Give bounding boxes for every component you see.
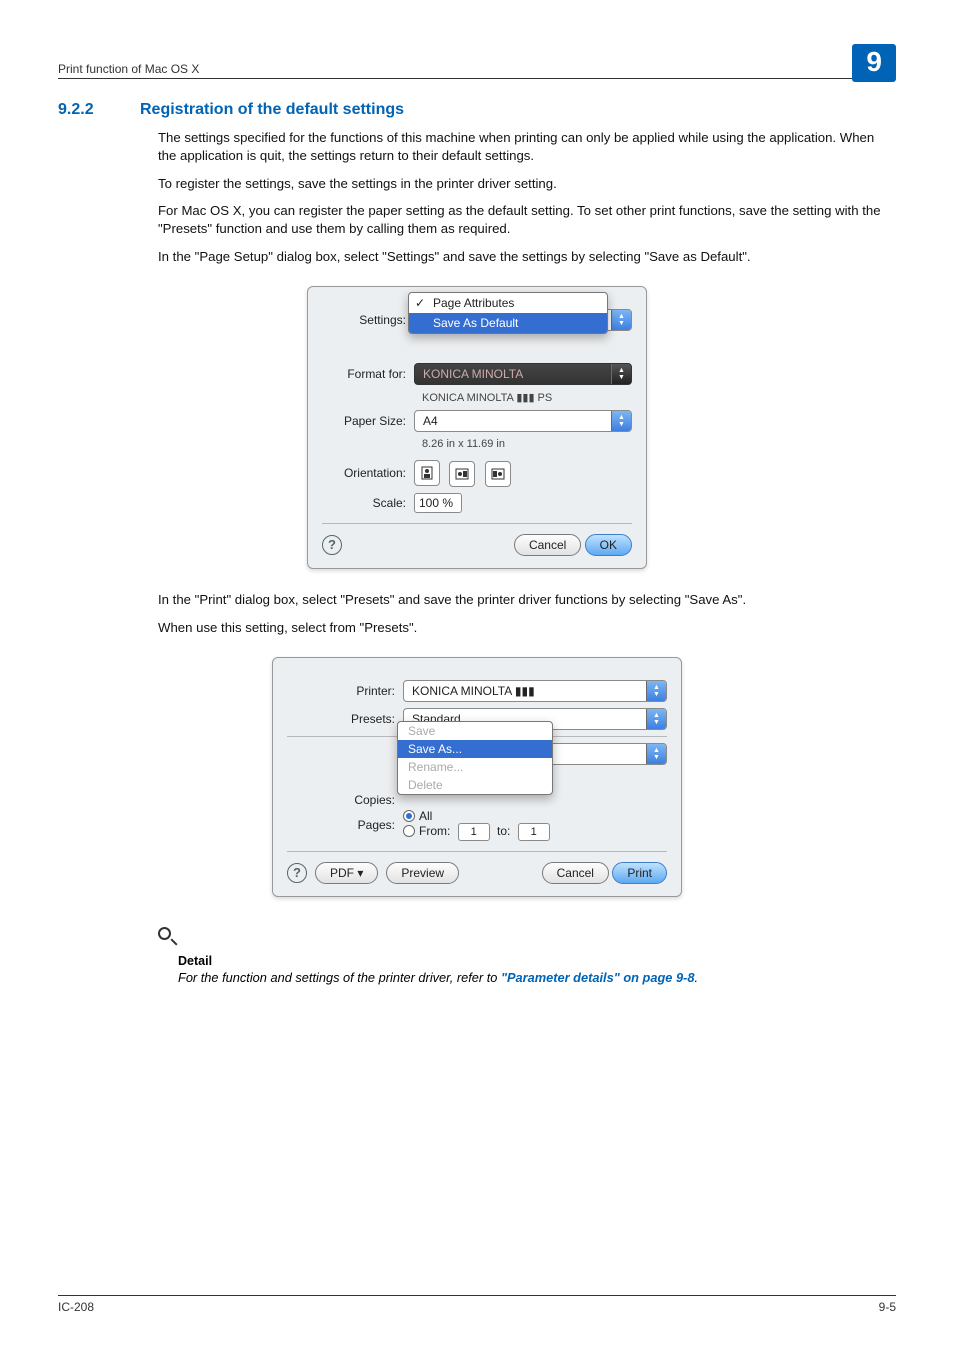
scale-label: Scale: [322, 496, 414, 510]
printer-select[interactable]: KONICA MINOLTA ▮▮▮ [403, 680, 667, 702]
chevron-updown-icon [611, 310, 631, 330]
chevron-updown-icon [646, 709, 666, 729]
running-head-text: Print function of Mac OS X [58, 62, 199, 76]
from-input[interactable]: 1 [458, 823, 490, 841]
to-label: to: [497, 824, 510, 838]
paragraph: In the "Page Setup" dialog box, select "… [158, 248, 892, 266]
footer-right: 9-5 [879, 1300, 896, 1314]
pages-all-label: All [419, 809, 432, 823]
to-input[interactable]: 1 [518, 823, 550, 841]
paragraph: When use this setting, select from "Pres… [158, 619, 892, 637]
chevron-updown-icon [611, 411, 631, 431]
paragraph: To register the settings, save the setti… [158, 175, 892, 193]
preview-button[interactable]: Preview [386, 862, 459, 884]
pages-label: Pages: [287, 818, 403, 832]
section-number: 9.2.2 [58, 101, 114, 119]
format-for-label: Format for: [322, 367, 414, 381]
magnifier-icon [158, 927, 178, 947]
chevron-updown-icon [646, 744, 666, 764]
paper-size-label: Paper Size: [322, 414, 414, 428]
chapter-number-badge: 9 [852, 44, 896, 82]
chevron-updown-icon [646, 681, 666, 701]
pages-range-radio[interactable] [403, 825, 415, 837]
cancel-button[interactable]: Cancel [542, 862, 609, 884]
paragraph: In the "Print" dialog box, select "Prese… [158, 591, 892, 609]
paper-size-subtext: 8.26 in x 11.69 in [322, 438, 632, 450]
pdf-menu-button[interactable]: PDF ▾ [315, 862, 378, 884]
copies-label: Copies: [287, 793, 403, 807]
menu-item-save-as[interactable]: Save As... [398, 740, 552, 758]
ok-button[interactable]: OK [585, 534, 632, 556]
cancel-button[interactable]: Cancel [514, 534, 581, 556]
menu-item-delete[interactable]: Delete [398, 776, 552, 794]
settings-label: Settings: [322, 313, 414, 327]
format-for-subtext: KONICA MINOLTA ▮▮▮ PS [322, 391, 632, 404]
menu-item-page-attributes[interactable]: Page Attributes [409, 293, 607, 313]
paper-size-value: A4 [423, 414, 438, 428]
section-title: Registration of the default settings [140, 101, 404, 119]
printer-value: KONICA MINOLTA ▮▮▮ [412, 684, 535, 698]
printer-label: Printer: [287, 684, 403, 698]
menu-item-rename[interactable]: Rename... [398, 758, 552, 776]
orientation-label: Orientation: [322, 466, 414, 480]
paragraph: The settings specified for the functions… [158, 129, 892, 165]
detail-text: For the function and settings of the pri… [178, 970, 896, 985]
print-button[interactable]: Print [612, 862, 667, 884]
page-setup-dialog: Settings: Page Attributes Save As Defaul… [307, 286, 647, 569]
print-dialog: Printer: KONICA MINOLTA ▮▮▮ Presets: Sta… [272, 657, 682, 897]
pages-all-radio[interactable] [403, 810, 415, 822]
paragraph: For Mac OS X, you can register the paper… [158, 202, 892, 238]
orientation-portrait-button[interactable] [414, 460, 440, 486]
orientation-landscape-left-button[interactable] [449, 461, 475, 487]
scale-input[interactable]: 100 % [414, 493, 462, 513]
menu-item-save-as-default[interactable]: Save As Default [409, 313, 607, 333]
format-for-select[interactable]: KONICA MINOLTA [414, 363, 632, 385]
chevron-updown-icon [611, 364, 631, 384]
paper-size-select[interactable]: A4 [414, 410, 632, 432]
help-icon[interactable]: ? [287, 863, 307, 883]
footer-left: IC-208 [58, 1300, 94, 1314]
cross-ref-link[interactable]: "Parameter details" on page 9-8 [501, 970, 695, 985]
presets-label: Presets: [287, 712, 403, 726]
presets-dropdown-menu: Save Save As... Rename... Delete [397, 721, 553, 795]
detail-heading: Detail [178, 954, 896, 968]
menu-item-save[interactable]: Save [398, 722, 552, 740]
settings-dropdown-menu: Page Attributes Save As Default [408, 292, 608, 334]
orientation-landscape-right-button[interactable] [485, 461, 511, 487]
from-label: From: [419, 824, 450, 838]
help-icon[interactable]: ? [322, 535, 342, 555]
